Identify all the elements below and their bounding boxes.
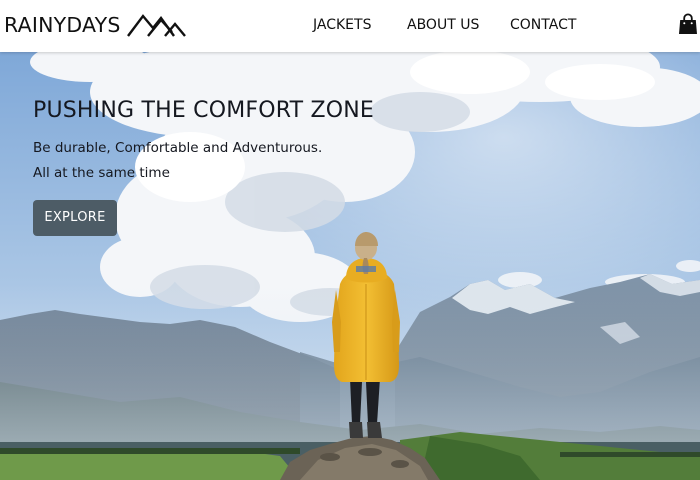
- explore-button[interactable]: EXPLORE: [33, 200, 117, 236]
- hero-title: PUSHING THE COMFORT ZONE: [33, 98, 375, 123]
- mountain-peaks-icon: [126, 14, 186, 37]
- hero-subtitle-line-2: All at the same time: [33, 165, 170, 181]
- nav-item-jackets[interactable]: JACKETS: [313, 17, 371, 33]
- brand-name: RAINYDAYS: [4, 13, 121, 37]
- brand-logo[interactable]: RAINYDAYS: [4, 10, 187, 40]
- nav-item-about-us[interactable]: ABOUT US: [407, 17, 479, 33]
- site-header: RAINYDAYS JACKETS ABOUT US CONTACT: [0, 0, 700, 52]
- hero-content: PUSHING THE COMFORT ZONE Be durable, Com…: [33, 98, 374, 236]
- hero-subtitle-line-1: Be durable, Comfortable and Adventurous.: [33, 140, 323, 156]
- nav-item-contact[interactable]: CONTACT: [510, 17, 576, 33]
- shopping-bag-icon[interactable]: [678, 13, 698, 35]
- hero-section: PUSHING THE COMFORT ZONE Be durable, Com…: [0, 52, 700, 480]
